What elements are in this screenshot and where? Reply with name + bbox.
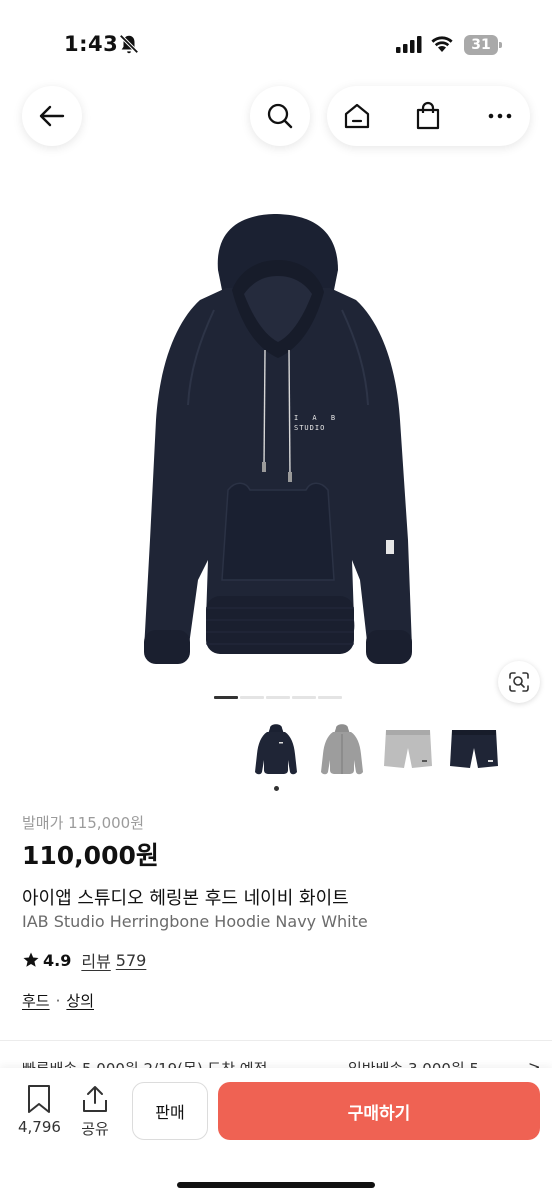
thumbnail-strip — [246, 716, 504, 782]
category-link-hood[interactable]: 후드 — [22, 990, 50, 1011]
back-arrow-icon — [39, 105, 65, 127]
review-link[interactable]: 리뷰 — [81, 948, 110, 972]
home-icon — [344, 103, 370, 129]
search-button[interactable] — [250, 86, 310, 146]
category-separator: · — [55, 991, 61, 1010]
rating-row: 4.9 리뷰 579 — [22, 948, 146, 972]
product-name-en: IAB Studio Herringbone Hoodie Navy White — [22, 912, 368, 931]
pager-dot[interactable] — [292, 696, 316, 699]
image-pager — [214, 696, 342, 700]
review-count[interactable]: 579 — [116, 951, 147, 970]
cart-button[interactable] — [412, 100, 444, 132]
image-search-button[interactable] — [498, 661, 540, 703]
sell-button[interactable]: 판매 — [132, 1082, 208, 1140]
cellular-signal-icon — [396, 36, 422, 53]
pager-dot[interactable] — [318, 696, 342, 699]
pager-dot[interactable] — [266, 696, 290, 699]
product-name-kr: 아이앱 스튜디오 헤링본 후드 네이비 화이트 — [22, 888, 349, 909]
lens-search-icon — [509, 672, 529, 692]
home-indicator — [177, 1182, 375, 1188]
more-button[interactable] — [484, 100, 516, 132]
divider — [0, 1040, 552, 1041]
category-breadcrumb: 후드 · 상의 — [22, 990, 94, 1011]
wifi-icon — [431, 36, 453, 52]
home-button[interactable] — [341, 100, 373, 132]
hoodie-illustration — [144, 214, 412, 664]
buy-button[interactable]: 구매하기 — [218, 1082, 540, 1140]
logo-print-line1: I A B — [294, 414, 341, 422]
rating-score: 4.9 — [43, 950, 72, 970]
status-time: 1:43 — [64, 32, 119, 56]
share-button[interactable]: 공유 — [80, 1084, 110, 1139]
logo-print-line2: STUDIO — [294, 424, 326, 432]
selected-thumbnail-indicator — [274, 786, 279, 791]
more-icon — [488, 113, 512, 119]
star-icon — [23, 952, 39, 967]
bottom-action-bar: 4,796 공유 판매 구매하기 — [0, 1068, 552, 1200]
navy-hoodie-thumbnail[interactable] — [246, 716, 306, 782]
wishlist-count: 4,796 — [18, 1118, 61, 1136]
battery-icon: 31 — [464, 35, 502, 55]
share-label: 공유 — [81, 1120, 109, 1138]
category-link-top[interactable]: 상의 — [66, 990, 94, 1011]
search-icon — [267, 103, 293, 129]
status-bar: 1:43 31 — [0, 0, 552, 90]
price: 110,000원 — [22, 841, 159, 870]
original-price: 발매가 115,000원 — [22, 814, 144, 832]
bookmark-icon — [28, 1085, 51, 1113]
pager-dot[interactable] — [214, 696, 238, 699]
wishlist-button[interactable]: 4,796 — [18, 1084, 61, 1136]
navy-shorts-thumbnail[interactable] — [444, 716, 504, 782]
product-image[interactable]: I A B STUDIO — [0, 160, 552, 690]
back-button[interactable] — [22, 86, 82, 146]
bell-off-icon — [119, 34, 139, 54]
battery-level: 31 — [471, 37, 491, 53]
nav-action-group — [327, 86, 530, 146]
gray-shorts-thumbnail[interactable] — [378, 716, 438, 782]
pager-dot[interactable] — [240, 696, 264, 699]
gray-hoodie-thumbnail[interactable] — [312, 716, 372, 782]
shopping-bag-icon — [416, 101, 440, 130]
share-icon — [83, 1086, 107, 1112]
